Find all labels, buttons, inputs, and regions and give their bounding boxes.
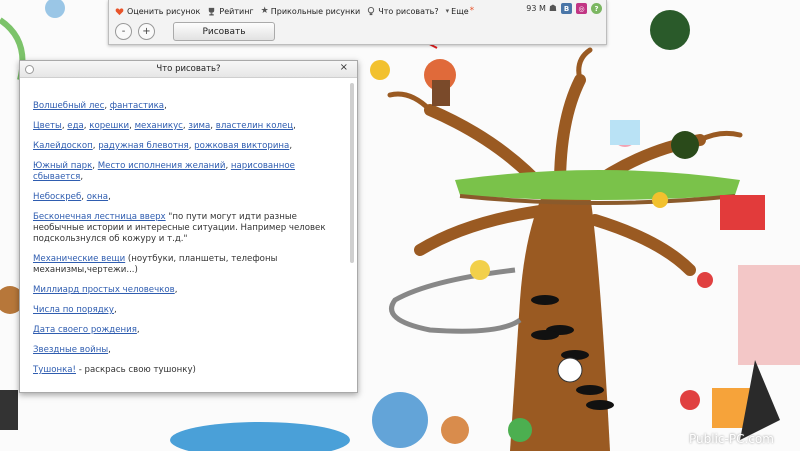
what-to-draw-dialog: Что рисовать? × Волшебный лес, фантастик… bbox=[19, 60, 358, 393]
suggestion-item: Южный парк, Место исполнения желаний, на… bbox=[33, 161, 295, 182]
suggestion-link[interactable]: Звездные войны bbox=[33, 345, 108, 355]
close-icon[interactable]: × bbox=[340, 62, 348, 73]
suggestion-item: Миллиард простых человечков, bbox=[33, 285, 178, 295]
suggestion-link[interactable]: Цветы bbox=[33, 121, 62, 131]
suggestion-link[interactable]: корешки bbox=[89, 121, 129, 131]
suggestion-item: Цветы, еда, корешки, механикус, зима, вл… bbox=[33, 121, 296, 131]
menu-rating[interactable]: Рейтинг bbox=[207, 6, 254, 16]
suggestion-link[interactable]: Место исполнения желаний bbox=[98, 161, 226, 171]
suggestion-link[interactable]: рожковая викторина bbox=[194, 141, 289, 151]
menu-rating-label: Рейтинг bbox=[219, 6, 254, 16]
suggestion-item: Калейдоскоп, радужная блевотня, рожковая… bbox=[33, 141, 293, 151]
suggestion-link[interactable]: Дата своего рождения bbox=[33, 325, 137, 335]
dialog-title: Что рисовать? bbox=[156, 64, 221, 74]
suggestion-link[interactable]: механикус bbox=[135, 121, 183, 131]
toolbar-menu: Оценить рисунок Рейтинг ★ Прикольные рис… bbox=[115, 4, 481, 18]
suggestion-link[interactable]: Небоскреб bbox=[33, 192, 81, 202]
suggestion-item: Бесконечная лестница вверх "по пути могу… bbox=[33, 212, 345, 245]
vk-icon[interactable]: В bbox=[561, 3, 572, 14]
menu-rate-label: Оценить рисунок bbox=[127, 6, 201, 16]
suggestion-link[interactable]: Механические вещи bbox=[33, 254, 125, 264]
users-icon[interactable]: ☗ bbox=[549, 4, 557, 14]
suggestion-description: - раскрась свою тушонку) bbox=[75, 365, 196, 375]
toolbar-right: 93 M ☗ В ◎ ? bbox=[526, 3, 602, 14]
star-icon: ★ bbox=[260, 6, 269, 16]
menu-funny[interactable]: ★ Прикольные рисунки bbox=[261, 6, 361, 16]
dialog-content: Волшебный лес, фантастика, Цветы, еда, ко… bbox=[33, 101, 345, 385]
dialog-scrollbar[interactable] bbox=[350, 83, 354, 263]
watermark: Public-PC.com bbox=[689, 432, 774, 446]
menu-more-label: Еще bbox=[451, 6, 469, 16]
menu-what-draw[interactable]: Что рисовать? bbox=[367, 6, 439, 16]
suggestion-item: Числа по порядку, bbox=[33, 305, 117, 315]
suggestion-link[interactable]: Тушонка! bbox=[33, 365, 76, 375]
top-toolbar: Оценить рисунок Рейтинг ★ Прикольные рис… bbox=[108, 0, 607, 45]
suggestion-item: Звездные войны, bbox=[33, 345, 111, 355]
lightbulb-icon bbox=[368, 6, 375, 15]
trophy-icon bbox=[209, 7, 215, 16]
dialog-handle-icon bbox=[25, 65, 34, 74]
menu-rate[interactable]: Оценить рисунок bbox=[115, 7, 200, 16]
heart-icon bbox=[115, 7, 124, 15]
suggestion-item: Небоскреб, окна, bbox=[33, 192, 111, 202]
menu-what-draw-label: Что рисовать? bbox=[378, 6, 439, 16]
suggestion-link[interactable]: Миллиард простых человечков bbox=[33, 285, 175, 295]
suggestion-link[interactable]: Числа по порядку bbox=[33, 305, 114, 315]
suggestion-item: Дата своего рождения, bbox=[33, 325, 140, 335]
suggestion-item: Механические вещи (ноутбуки, планшеты, т… bbox=[33, 254, 345, 276]
toolbar-row2: - + Рисовать bbox=[115, 22, 275, 41]
draw-button[interactable]: Рисовать bbox=[173, 22, 275, 41]
help-icon[interactable]: ? bbox=[591, 3, 602, 14]
suggestion-link[interactable]: еда bbox=[67, 121, 84, 131]
status-size: 93 M bbox=[526, 4, 546, 13]
suggestion-link[interactable]: радужная блевотня bbox=[98, 141, 188, 151]
menu-funny-label: Прикольные рисунки bbox=[270, 6, 361, 16]
suggestion-link[interactable]: властелин колец bbox=[216, 121, 293, 131]
menu-more[interactable]: ▾ Еще * bbox=[446, 6, 475, 16]
dialog-titlebar[interactable]: Что рисовать? × bbox=[20, 61, 357, 78]
suggestion-link[interactable]: Калейдоскоп bbox=[33, 141, 93, 151]
suggestion-link[interactable]: фантастика bbox=[110, 101, 164, 111]
suggestion-link[interactable]: зима bbox=[188, 121, 210, 131]
suggestion-link[interactable]: Южный парк bbox=[33, 161, 92, 171]
suggestion-link[interactable]: Волшебный лес bbox=[33, 101, 104, 111]
instagram-icon[interactable]: ◎ bbox=[576, 3, 587, 14]
new-star-icon: * bbox=[469, 6, 475, 16]
zoom-in-button[interactable]: + bbox=[138, 23, 155, 40]
suggestion-item: Тушонка! - раскрась свою тушонку) bbox=[33, 365, 345, 376]
suggestion-link[interactable]: окна bbox=[87, 192, 108, 202]
zoom-out-button[interactable]: - bbox=[115, 23, 132, 40]
suggestion-link[interactable]: Бесконечная лестница вверх bbox=[33, 212, 166, 222]
suggestion-item: Волшебный лес, фантастика, bbox=[33, 101, 167, 111]
chevron-down-icon: ▾ bbox=[445, 7, 450, 15]
